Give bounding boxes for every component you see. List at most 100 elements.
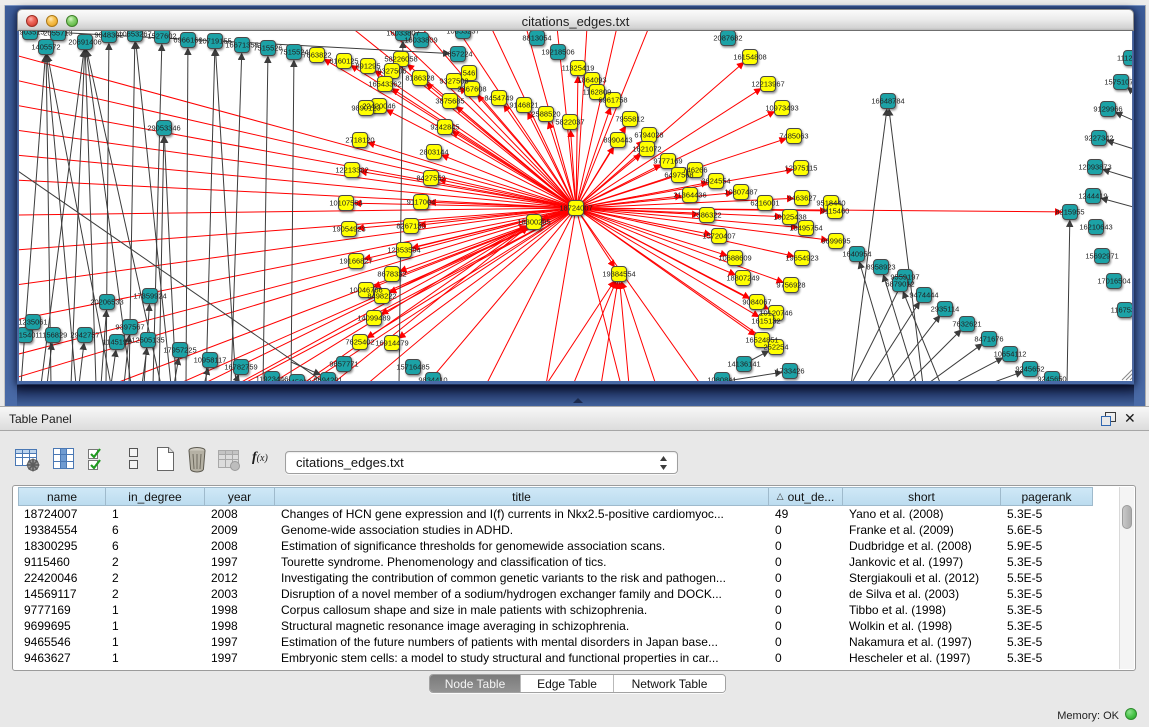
table-panel-titlebar: Table Panel ✕ xyxy=(0,406,1149,431)
citation-edge[interactable] xyxy=(906,330,961,381)
delete-table-icon[interactable] xyxy=(216,445,242,473)
cell-name: 9465546 xyxy=(18,635,106,649)
node-label: 8498222 xyxy=(367,292,396,301)
cell-title: Structural magnetic resonance image aver… xyxy=(275,619,769,633)
citation-edge-selected[interactable] xyxy=(19,55,576,208)
node-label: 18300295 xyxy=(517,218,550,227)
node-label: 16914479 xyxy=(375,339,408,348)
table-options-icon[interactable] xyxy=(14,445,40,473)
node-label: 20206533 xyxy=(90,298,123,307)
citation-network-graph[interactable]: 1903515205571314055722069140690483021065… xyxy=(19,31,1133,381)
column-header-out_de[interactable]: △out_de... xyxy=(769,487,843,506)
node-label: 9657771 xyxy=(329,360,358,369)
citation-edge-selected[interactable] xyxy=(19,208,576,285)
column-header-name[interactable]: name xyxy=(18,487,106,506)
citation-edge-selected[interactable] xyxy=(201,226,526,381)
column-header-label: pagerank xyxy=(1021,490,1071,504)
window-titlebar[interactable]: citations_edges.txt xyxy=(17,9,1134,31)
split-pane-handle-icon[interactable] xyxy=(573,398,583,403)
app-right-edge xyxy=(1145,5,1149,406)
citation-edge-selected[interactable] xyxy=(399,208,576,338)
node-label: 9327506 xyxy=(377,67,406,76)
node-label: 29053346 xyxy=(147,124,180,133)
citation-edge[interactable] xyxy=(851,110,887,381)
cells-icon[interactable] xyxy=(121,445,147,473)
node-label: 19166827 xyxy=(339,257,372,266)
citation-edge[interactable] xyxy=(889,110,923,381)
citation-edge[interactable] xyxy=(79,344,84,381)
column-header-short[interactable]: short xyxy=(843,487,1001,506)
citation-edge-selected[interactable] xyxy=(546,208,576,381)
citation-edge[interactable] xyxy=(866,303,919,381)
citation-edge[interactable] xyxy=(926,344,982,381)
node-table[interactable]: name in_degreeyeartitle△out_de...short pag… xyxy=(12,485,1136,671)
citation-edge[interactable] xyxy=(1128,88,1133,95)
network-canvas[interactable]: 1903515205571314055722069140690483021065… xyxy=(18,31,1133,381)
cell-short: Dudbridge et al. (2008) xyxy=(843,539,1001,553)
vertical-scrollbar[interactable] xyxy=(1119,487,1134,669)
node-label: 19218506 xyxy=(541,48,574,57)
cell-in_degree: 6 xyxy=(106,539,205,553)
node-label: 12353594 xyxy=(387,246,420,255)
node-label: 6961758 xyxy=(598,96,627,105)
citation-edge[interactable] xyxy=(111,351,116,381)
cell-out_de: 0 xyxy=(769,619,843,633)
scrollbar-thumb[interactable] xyxy=(1122,505,1132,529)
tab-node-table[interactable]: Node Table xyxy=(430,675,520,692)
node-label: 1112803 xyxy=(1117,54,1133,63)
citation-edge-selected[interactable] xyxy=(19,130,576,208)
float-window-icon[interactable] xyxy=(1101,412,1116,426)
delete-icon[interactable] xyxy=(184,445,210,473)
cell-out_de: 0 xyxy=(769,571,843,585)
cell-year: 1997 xyxy=(205,555,275,569)
cell-out_de: 0 xyxy=(769,635,843,649)
citation-edge-selected[interactable] xyxy=(19,208,576,378)
citation-edge-selected[interactable] xyxy=(19,208,576,355)
column-header-in_degree[interactable]: in_degree xyxy=(106,487,205,506)
citation-edge[interactable] xyxy=(851,285,901,381)
tab-edge-table[interactable]: Edge Table xyxy=(520,675,613,692)
citation-edge[interactable] xyxy=(1067,221,1070,381)
window-title: citations_edges.txt xyxy=(18,14,1133,29)
show-column-icon[interactable] xyxy=(51,445,77,473)
column-header-year[interactable]: year xyxy=(205,487,275,506)
column-header-label: name xyxy=(47,490,77,504)
cell-year: 1997 xyxy=(205,651,275,665)
dropdown-arrows-icon xyxy=(659,455,668,471)
table-selector-dropdown[interactable]: citations_edges.txt xyxy=(285,451,678,474)
tab-network-table[interactable]: Network Table xyxy=(613,675,725,692)
citation-edge-selected[interactable] xyxy=(620,283,629,381)
cell-year: 1998 xyxy=(205,603,275,617)
column-header-title[interactable]: title xyxy=(275,487,769,506)
citation-edge[interactable] xyxy=(186,49,188,381)
citation-edge-selected[interactable] xyxy=(576,208,793,256)
citation-edge[interactable] xyxy=(206,50,215,381)
node-label: 7515526 xyxy=(253,44,282,53)
column-header-pagerank[interactable]: pagerank xyxy=(1001,487,1093,506)
cell-name: 18724007 xyxy=(18,507,106,521)
cell-in_degree: 1 xyxy=(106,603,205,617)
citation-edge-selected[interactable] xyxy=(486,208,576,381)
node-label: 1864093 xyxy=(577,76,606,85)
cell-title: Genome-wide association studies in ADHD. xyxy=(275,523,769,537)
citation-edge[interactable] xyxy=(263,57,268,381)
node-label: 8186328 xyxy=(405,74,434,83)
node-label: 1405572 xyxy=(31,43,60,52)
function-builder-icon[interactable]: f(x) xyxy=(252,445,278,473)
close-icon[interactable]: ✕ xyxy=(1124,410,1136,427)
citation-edge[interactable] xyxy=(1116,113,1133,122)
citation-edge-selected[interactable] xyxy=(576,208,621,381)
cell-year: 2003 xyxy=(205,587,275,601)
new-document-icon[interactable] xyxy=(152,445,178,473)
cell-short: Franke et al. (2009) xyxy=(843,523,1001,537)
citation-edge[interactable] xyxy=(231,54,242,381)
node-label: 7632621 xyxy=(952,320,981,329)
citation-edge[interactable] xyxy=(291,362,320,374)
network-view-window[interactable]: citations_edges.txt 19035152055713140557… xyxy=(17,9,1134,384)
node-label: 9397567 xyxy=(115,323,144,332)
node-label: 17359924 xyxy=(133,292,166,301)
citation-edge[interactable] xyxy=(399,42,403,381)
cell-short: Yano et al. (2008) xyxy=(843,507,1001,521)
select-rows-icon[interactable] xyxy=(86,445,112,473)
node-label: 12505135 xyxy=(131,336,164,345)
